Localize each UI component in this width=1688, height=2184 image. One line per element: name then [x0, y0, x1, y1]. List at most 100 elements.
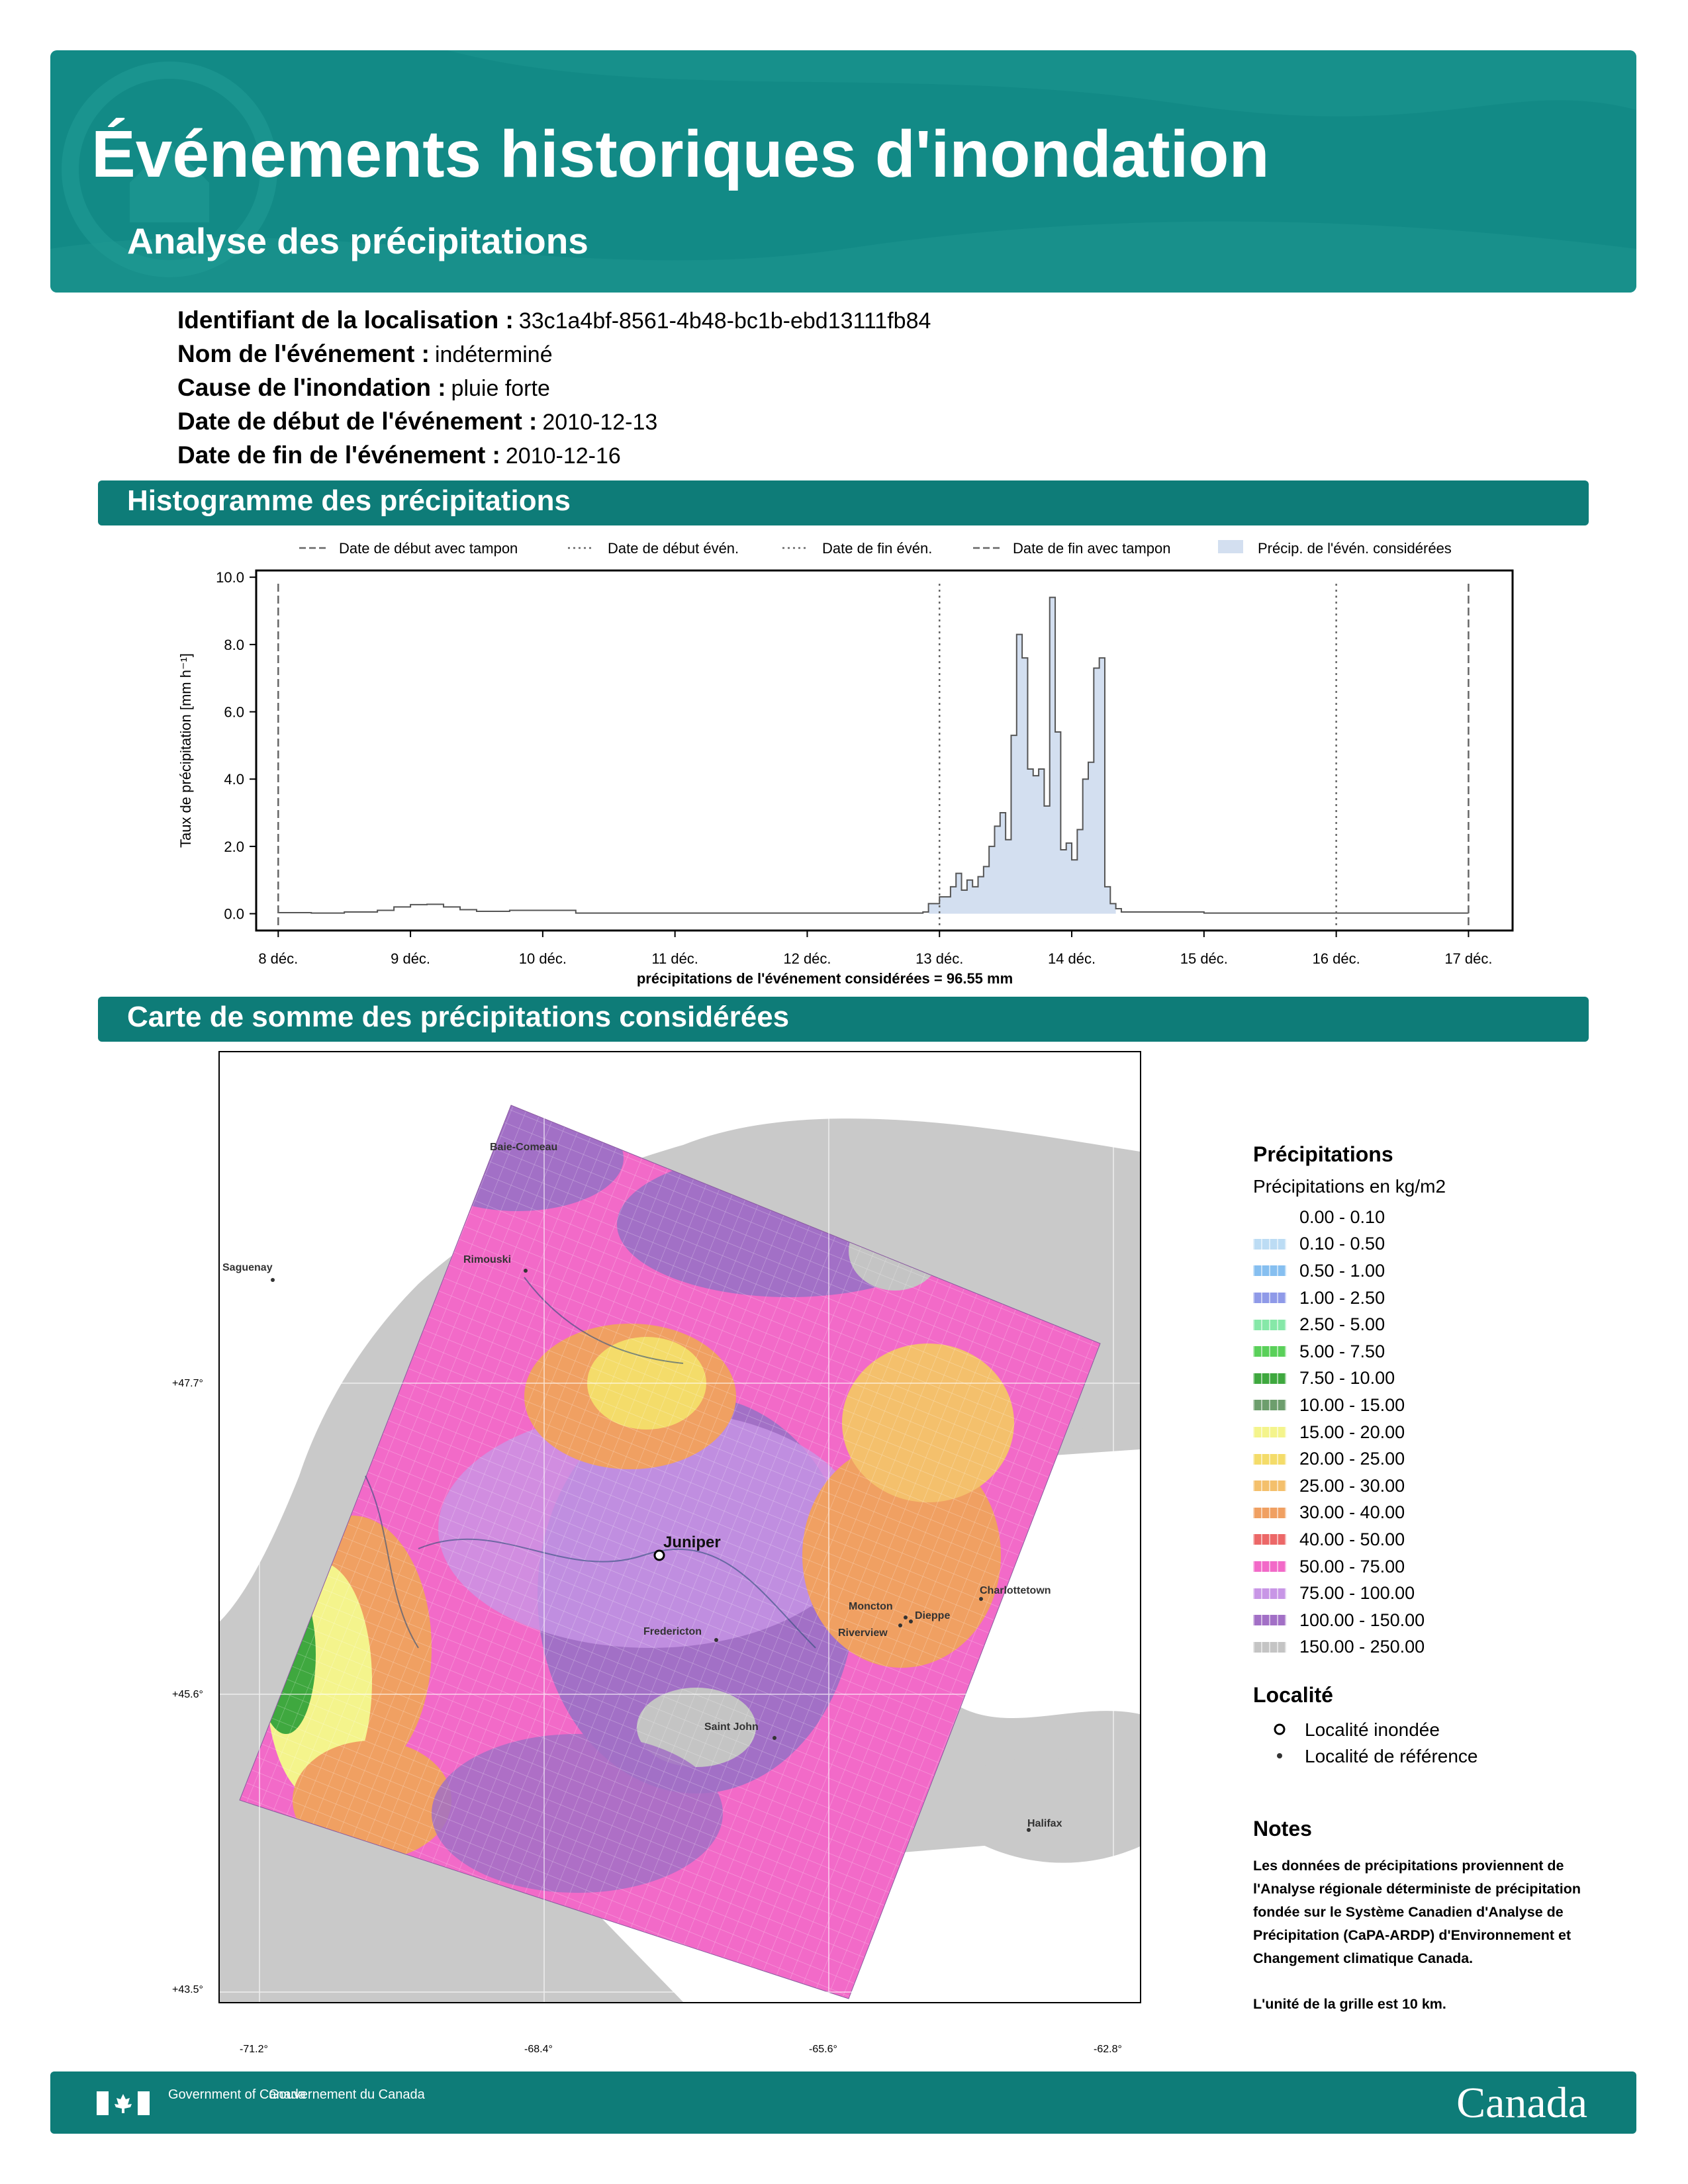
reference-locality-marker: [773, 1736, 776, 1740]
reference-locality-marker: [524, 1269, 528, 1273]
legend-class-item: 0.00 - 0.10: [1253, 1204, 1624, 1231]
precip-step-line: [278, 596, 1469, 914]
flooded-locality-marker: [653, 1549, 665, 1561]
legend-swatch: [1253, 1507, 1286, 1518]
section-title: Histogramme des précipitations: [127, 484, 571, 517]
legend-swatch: [1253, 1615, 1286, 1626]
flooded-locality-icon: [1273, 1719, 1305, 1741]
x-tick-label: 14 déc.: [1048, 950, 1096, 967]
legend-class-label: 10.00 - 15.00: [1299, 1394, 1405, 1415]
legend-class-item: 40.00 - 50.00: [1253, 1526, 1624, 1553]
legend-swatch: [1253, 1561, 1286, 1572]
legend-class-item: 100.00 - 150.00: [1253, 1607, 1624, 1634]
legend-swatch: [1253, 1588, 1286, 1599]
place-dieppe: Dieppe: [915, 1610, 950, 1621]
legend-class-item: 0.50 - 1.00: [1253, 1257, 1624, 1285]
section-header-map: Carte de somme des précipitations consid…: [98, 997, 1589, 1042]
legend-entry-label: Date de début évén.: [608, 540, 739, 557]
y-tick-label: 2.0: [224, 839, 244, 855]
legend-class-item: 30.00 - 40.00: [1253, 1500, 1624, 1527]
legend-class-item: 50.00 - 75.00: [1253, 1553, 1624, 1580]
y-tick-label: 8.0: [224, 637, 244, 653]
info-label: Nom de l'événement :: [177, 340, 430, 367]
info-row-event-name: Nom de l'événement : indéterminé: [177, 337, 931, 371]
legend-entry-label: Date de fin avec tampon: [1013, 540, 1170, 557]
place-rimouski: Rimouski: [463, 1254, 511, 1265]
legend-class-label: 5.00 - 7.50: [1299, 1341, 1385, 1361]
x-tick-label: 10 déc.: [519, 950, 567, 967]
x-tick-label: 9 déc.: [391, 950, 430, 967]
map-lon-label: -62.8°: [1094, 2044, 1122, 2055]
legend-class-item: 150.00 - 250.00: [1253, 1634, 1624, 1661]
gov-fr: Gouvernement du Canada: [269, 2087, 425, 2102]
reference-locality-marker: [714, 1638, 718, 1642]
x-axis-label: précipitations de l'événement considérée…: [637, 970, 1013, 987]
page-title: Événements historiques d'inondation: [91, 117, 1270, 191]
y-tick-label: 10.0: [216, 569, 244, 586]
legend-class-item: 25.00 - 30.00: [1253, 1473, 1624, 1500]
info-row-end-date: Date de fin de l'événement :2010-12-16: [177, 438, 931, 472]
notes-title: Notes: [1253, 1817, 1312, 1841]
x-tick-label: 13 déc.: [915, 950, 963, 967]
reference-locality-marker: [979, 1597, 983, 1601]
place-juniper: Juniper: [663, 1533, 721, 1551]
y-tick-label: 6.0: [224, 704, 244, 721]
section-header-histogram: Histogramme des précipitations: [98, 480, 1589, 525]
legend-swatch: [1253, 1373, 1286, 1384]
place-baie-comeau: Baie-Comeau: [490, 1142, 557, 1153]
legend-class-label: 50.00 - 75.00: [1299, 1556, 1405, 1576]
event-info: Identifiant de la localisation :33c1a4bf…: [177, 303, 931, 472]
legend-swatch: [1253, 1534, 1286, 1545]
reference-locality-marker: [898, 1623, 902, 1627]
legend-class-label: 7.50 - 10.00: [1299, 1368, 1395, 1388]
y-tick-label: 4.0: [224, 771, 244, 788]
map-canvas: Baie-Comeau Saguenay Rimouski Juniper Fr…: [220, 1052, 1140, 2002]
legend-reference-locality: Localité de référence: [1253, 1743, 1624, 1770]
footer: Government of Canada Gouvernement du Can…: [50, 2071, 1636, 2134]
place-saguenay: Saguenay: [222, 1262, 273, 1273]
header-banner: Événements historiques d'inondation Anal…: [50, 50, 1636, 293]
precipitation-histogram: Date de début avec tampon Date de début é…: [177, 540, 1514, 987]
legend-entry-label: Date de début avec tampon: [339, 540, 518, 557]
legend-class-label: 40.00 - 50.00: [1299, 1529, 1405, 1549]
legend-swatch: [1253, 1319, 1286, 1330]
place-saint-john: Saint John: [704, 1721, 759, 1733]
page-subtitle: Analyse des précipitations: [127, 220, 588, 261]
legend-label: Localité inondée: [1305, 1719, 1440, 1741]
legend-class-item: 15.00 - 20.00: [1253, 1419, 1624, 1446]
canada-flag-icon: [97, 2091, 150, 2115]
legend-class-item: 75.00 - 100.00: [1253, 1580, 1624, 1607]
reference-locality-marker: [904, 1615, 908, 1619]
reference-locality-marker: [271, 1278, 275, 1282]
legend-class-label: 0.50 - 1.00: [1299, 1260, 1385, 1281]
x-tick-label: 12 déc.: [783, 950, 831, 967]
legend-title: Précipitations: [1253, 1142, 1393, 1166]
x-tick-label: 16 déc.: [1313, 950, 1360, 967]
legend-class-label: 15.00 - 20.00: [1299, 1422, 1405, 1442]
place-charlottetown: Charlottetown: [980, 1585, 1051, 1596]
legend-class-item: 5.00 - 7.50: [1253, 1338, 1624, 1365]
legend-swatch: [1253, 1400, 1286, 1411]
legend-swatch: [1218, 540, 1243, 553]
legend-class-label: 0.10 - 0.50: [1299, 1234, 1385, 1254]
section-title: Carte de somme des précipitations consid…: [127, 1001, 790, 1033]
legend-swatch: [1253, 1346, 1286, 1357]
notes-grid-unit: L'unité de la grille est 10 km.: [1253, 1996, 1446, 2012]
notes: Notes Les données de précipitations prov…: [1253, 1817, 1611, 2016]
info-value: 33c1a4bf-8561-4b48-bc1b-ebd13111fb84: [518, 308, 931, 334]
place-riverview: Riverview: [838, 1627, 888, 1639]
map-lat-label: +43.5°: [172, 1984, 203, 1995]
x-tick-label: 17 déc.: [1444, 950, 1492, 967]
info-value: pluie forte: [451, 376, 550, 401]
x-tick-label: 15 déc.: [1180, 950, 1228, 967]
legend-class-label: 2.50 - 5.00: [1299, 1314, 1385, 1335]
place-fredericton: Fredericton: [643, 1626, 702, 1637]
legend-class-item: 7.50 - 10.00: [1253, 1365, 1624, 1392]
place-halifax: Halifax: [1027, 1818, 1062, 1829]
legend-flooded-locality: Localité inondée: [1253, 1717, 1624, 1743]
map-lon-label: -68.4°: [524, 2044, 553, 2055]
legend-class-item: 1.00 - 2.50: [1253, 1285, 1624, 1312]
legend-class-label: 150.00 - 250.00: [1299, 1637, 1425, 1657]
legend-subtitle: Précipitations en kg/m2: [1253, 1176, 1446, 1197]
map-lat-label: +45.6°: [172, 1689, 203, 1700]
